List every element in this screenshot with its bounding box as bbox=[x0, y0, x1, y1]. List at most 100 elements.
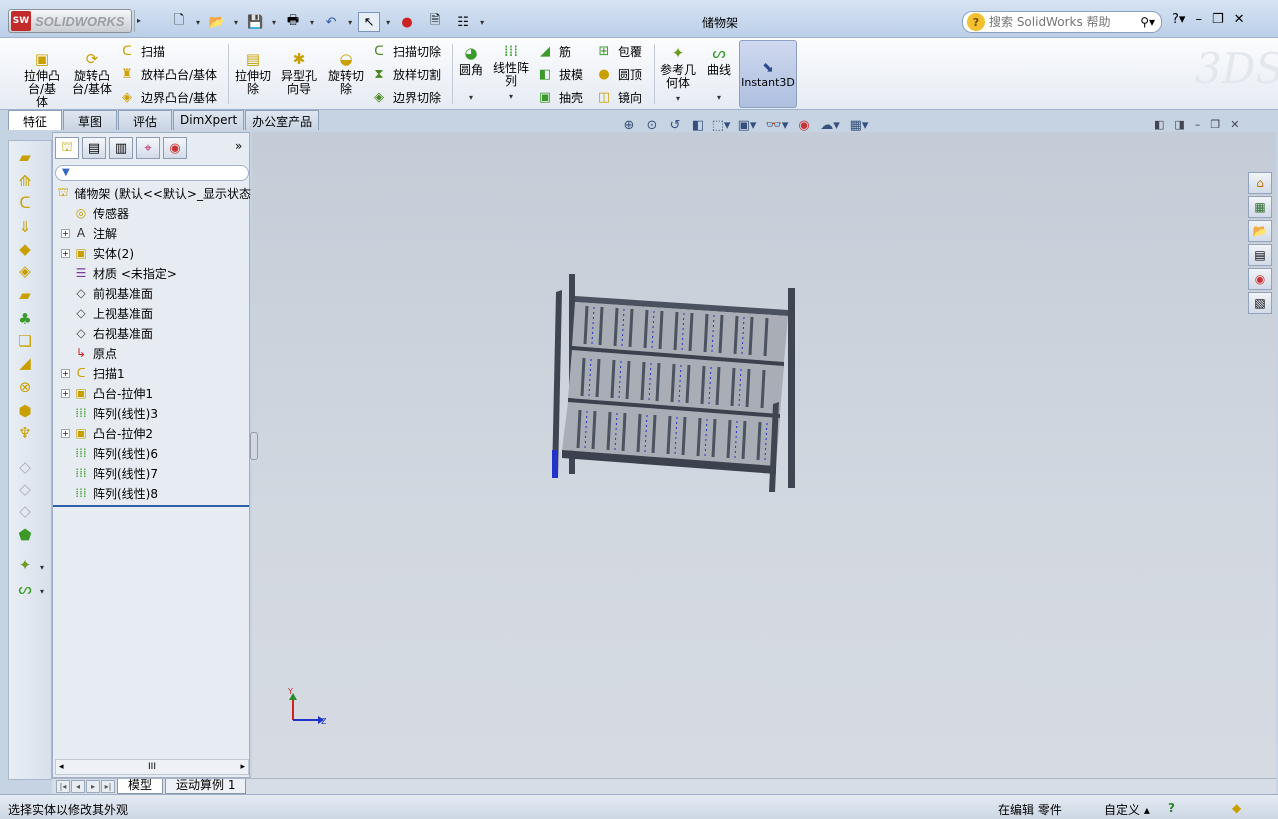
feature-tree-hscroll[interactable]: ◂ III ▸ bbox=[55, 759, 249, 775]
tab-sketch[interactable]: 草图 bbox=[63, 110, 118, 130]
tree-item[interactable]: ⁞⁞⁞ 阵列(线性)7 bbox=[53, 463, 251, 483]
hide-show-items-icon[interactable]: 👓▾ bbox=[764, 116, 790, 134]
tree-item[interactable]: ⁞⁞⁞ 阵列(线性)6 bbox=[53, 443, 251, 463]
file-explorer-icon[interactable]: 📂 bbox=[1248, 220, 1272, 242]
hole-wizard-icon[interactable]: ⊗ bbox=[13, 377, 37, 397]
sweep-button[interactable]: ᑕ 扫描 bbox=[118, 42, 165, 60]
reference-geometry-icon[interactable]: ✦ bbox=[13, 555, 37, 575]
tree-root-part[interactable]: ⛫ 储物架 (默认<<默认>_显示状态 bbox=[53, 183, 251, 203]
edit-appearance-icon[interactable]: ◉ bbox=[795, 116, 813, 134]
minimize-icon[interactable]: – bbox=[1195, 12, 1202, 27]
undo-icon[interactable]: ↶ bbox=[320, 12, 342, 32]
tree-item[interactable]: ◇ 前视基准面 bbox=[53, 283, 251, 303]
curves-button[interactable]: ᔕ 曲线 ▾ bbox=[703, 44, 735, 104]
select-pointer-icon[interactable]: ↖ bbox=[358, 12, 381, 32]
more-tabs-icon[interactable]: » bbox=[235, 139, 242, 153]
help-icon[interactable]: ?▾ bbox=[1172, 12, 1185, 27]
save-icon[interactable]: 💾 bbox=[244, 12, 266, 32]
solidworks-menu-button[interactable]: SW SOLIDWORKS bbox=[8, 9, 132, 33]
dome-icon[interactable]: ⬟ bbox=[13, 525, 37, 545]
feature-tree-tab-icon[interactable]: ⛫ bbox=[55, 137, 79, 159]
linear-pattern-button[interactable]: ⁞⁞⁞ 线性阵 列 ▾ bbox=[490, 42, 532, 103]
tree-item[interactable]: ◎ 传感器 bbox=[53, 203, 251, 223]
options-icon[interactable]: ☷ bbox=[452, 12, 474, 32]
view-orientation-icon[interactable]: ⬚▾ bbox=[712, 116, 731, 134]
extrude-boss-button[interactable]: ▣ 拉伸凸 台/基体 bbox=[22, 50, 62, 109]
curves-icon[interactable]: ᔕ bbox=[13, 579, 37, 599]
expand-icon[interactable]: + bbox=[61, 228, 70, 238]
instant3d-button[interactable]: ⬊ Instant3D bbox=[739, 40, 797, 108]
apply-scene-icon[interactable]: ☁▾ bbox=[818, 116, 842, 134]
refgeom-dropdown-icon[interactable]: ▾ bbox=[40, 563, 44, 572]
wrap-button[interactable]: ⊞ 包覆 bbox=[595, 42, 642, 60]
curves-dropdown-icon[interactable]: ▾ bbox=[717, 91, 721, 104]
fillet-dropdown-icon[interactable]: ▾ bbox=[469, 91, 473, 104]
view-settings-icon[interactable]: ▦▾ bbox=[847, 116, 871, 134]
sweep-icon[interactable]: ᑕ bbox=[13, 193, 37, 213]
menu-expand-icon[interactable]: ▸ bbox=[134, 10, 144, 32]
pattern-dropdown-icon[interactable]: ▾ bbox=[509, 90, 513, 103]
tree-item[interactable]: + ▣ 凸台-拉伸1 bbox=[53, 383, 251, 403]
display-style-icon[interactable]: ▣▾ bbox=[735, 116, 759, 134]
reference-geometry-button[interactable]: ✦ 参考几 何体 ▾ bbox=[658, 44, 698, 105]
tab-motion-study[interactable]: 运动算例 1 bbox=[165, 779, 247, 794]
extrude-cut-icon[interactable]: ◆ bbox=[13, 239, 37, 259]
section-view-icon[interactable]: ◧ bbox=[689, 116, 707, 134]
doc-minimize-icon[interactable]: – bbox=[1195, 118, 1201, 131]
fillet-button[interactable]: ◕ 圆角 ▾ bbox=[456, 44, 486, 104]
extrude-cut-button[interactable]: ▤ 拉伸切 除 bbox=[233, 50, 273, 96]
print-dropdown-icon[interactable]: ▾ bbox=[310, 18, 314, 32]
expand-icon[interactable]: + bbox=[61, 248, 70, 258]
panel-collapse-handle[interactable] bbox=[250, 432, 258, 460]
help-search-box[interactable]: ? ⚲▾ bbox=[962, 11, 1162, 33]
print-icon[interactable]: 🖶 bbox=[282, 12, 304, 32]
model-viewport[interactable]: Y Z bbox=[252, 132, 1276, 778]
dome-button[interactable]: ● 圆顶 bbox=[595, 65, 642, 83]
refgeom-dropdown-icon[interactable]: ▾ bbox=[676, 92, 680, 105]
custom-properties-icon[interactable]: ▧ bbox=[1248, 292, 1272, 314]
boundary-boss-button[interactable]: ◈ 边界凸台/基体 bbox=[118, 88, 217, 106]
new-document-icon[interactable]: 🗋 bbox=[168, 12, 190, 32]
select-dropdown-icon[interactable]: ▾ bbox=[386, 18, 390, 32]
rollback-bar[interactable] bbox=[53, 505, 249, 507]
zoom-to-area-icon[interactable]: ⊙ bbox=[643, 116, 661, 134]
scroll-right-icon[interactable]: ▸ bbox=[240, 762, 245, 772]
feature-tree-filter[interactable]: ▼ bbox=[55, 165, 249, 181]
expand-icon[interactable]: + bbox=[61, 388, 70, 398]
tree-item[interactable]: ↳ 原点 bbox=[53, 343, 251, 363]
curves-dropdown-icon[interactable]: ▾ bbox=[40, 587, 44, 596]
open-folder-icon[interactable]: 📂 bbox=[206, 12, 228, 32]
plane-icon[interactable]: ▰ bbox=[13, 285, 37, 305]
graphics-area[interactable]: Y Z bbox=[252, 132, 1276, 778]
tree-item[interactable]: ◇ 上视基准面 bbox=[53, 303, 251, 323]
restore-icon[interactable]: ❐ bbox=[1212, 12, 1224, 27]
tab-model[interactable]: 模型 bbox=[117, 779, 164, 794]
view-palette-icon[interactable]: ▤ bbox=[1248, 244, 1272, 266]
status-tag-icon[interactable]: ◆ bbox=[1232, 801, 1241, 815]
shell-icon[interactable]: ❏ bbox=[13, 331, 37, 351]
status-help-icon[interactable]: ? bbox=[1168, 801, 1175, 815]
tree-item[interactable]: ⁞⁞⁞ 阵列(线性)3 bbox=[53, 403, 251, 423]
rebuild-traffic-light-icon[interactable]: ● bbox=[396, 12, 418, 32]
solid-body-icon[interactable]: ⬢ bbox=[13, 401, 37, 421]
expand-icon[interactable]: + bbox=[61, 428, 70, 438]
undo-dropdown-icon[interactable]: ▾ bbox=[348, 18, 352, 32]
mirror-button[interactable]: ◫ 镜向 bbox=[595, 88, 642, 106]
save-dropdown-icon[interactable]: ▾ bbox=[272, 18, 276, 32]
tree-item[interactable]: + ▣ 凸台-拉伸2 bbox=[53, 423, 251, 443]
scroll-thumb-icon[interactable]: III bbox=[148, 762, 156, 772]
lofted-cut-button[interactable]: ⧗ 放样切割 bbox=[370, 65, 441, 83]
shell-button[interactable]: ▣ 抽壳 bbox=[536, 88, 583, 106]
viewport-split-right-icon[interactable]: ◨ bbox=[1174, 118, 1184, 131]
extrude-boss-icon[interactable]: ▰ bbox=[13, 147, 37, 167]
display-manager-tab-icon[interactable]: ◉ bbox=[163, 137, 187, 159]
tree-item[interactable]: + ᑕ 扫描1 bbox=[53, 363, 251, 383]
expand-icon[interactable]: + bbox=[61, 368, 70, 378]
mirror-icon[interactable]: ♆ bbox=[13, 423, 37, 443]
swept-cut-icon[interactable]: ♣ bbox=[13, 309, 37, 329]
tree-item[interactable]: + A 注解 bbox=[53, 223, 251, 243]
options-dropdown-icon[interactable]: ▾ bbox=[480, 18, 484, 32]
last-tab-icon[interactable]: ▸| bbox=[101, 780, 115, 793]
next-tab-icon[interactable]: ▸ bbox=[86, 780, 100, 793]
hole-wizard-button[interactable]: ✱ 异型孔 向导 bbox=[278, 50, 320, 96]
